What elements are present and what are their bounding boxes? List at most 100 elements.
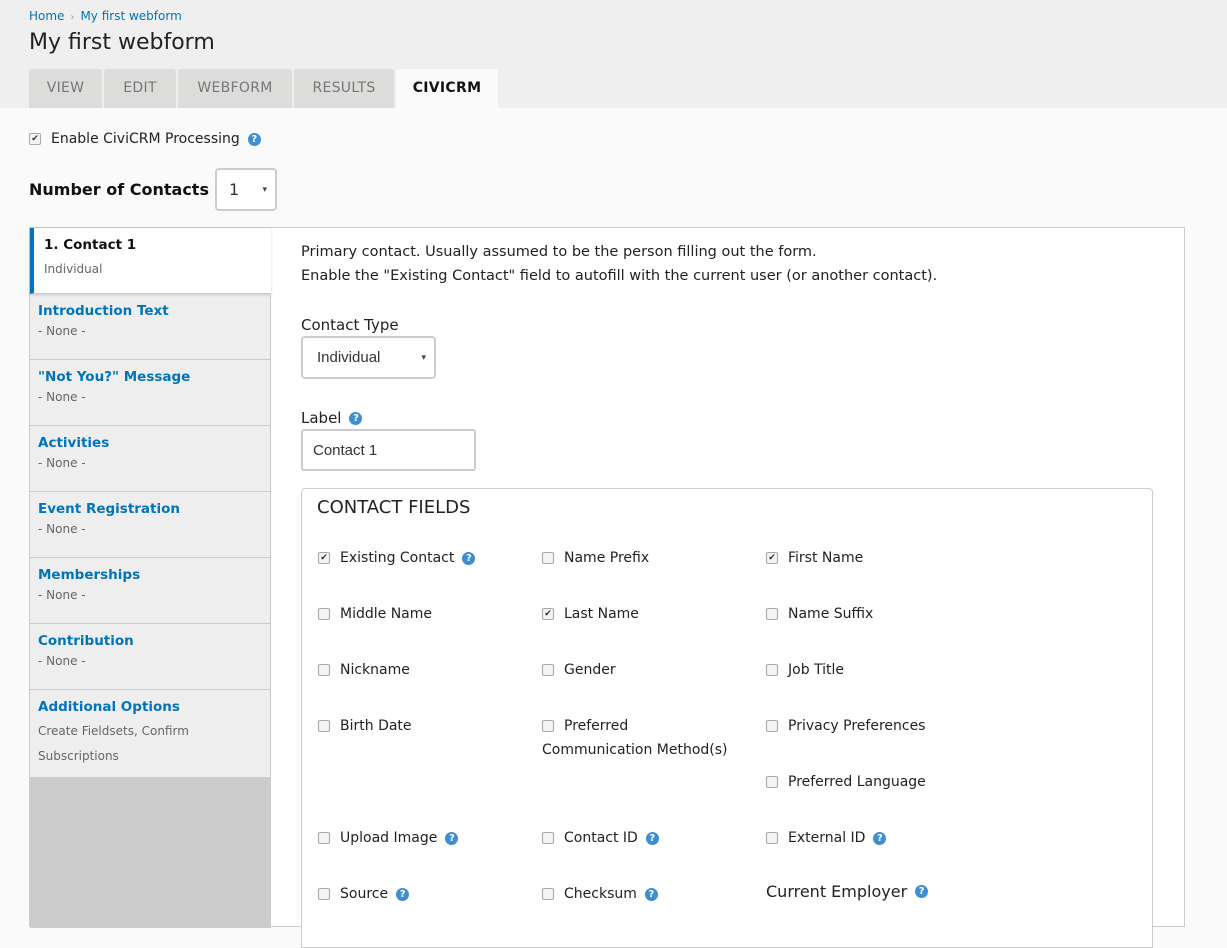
checkbox[interactable] xyxy=(766,608,778,620)
checkbox[interactable] xyxy=(318,664,330,676)
tab-civicrm[interactable]: CIVICRM xyxy=(396,69,498,108)
field-source[interactable]: Source ? xyxy=(318,882,410,906)
intro-line-1: Primary contact. Usually assumed to be t… xyxy=(301,244,817,260)
vtab-summary: - None - xyxy=(38,588,86,602)
vtab-title: Additional Options xyxy=(38,699,180,715)
field-label: Checksum xyxy=(564,886,637,902)
field-birth-date[interactable]: Birth Date xyxy=(318,714,412,738)
field-gender[interactable]: Gender xyxy=(542,658,616,682)
field-label: Middle Name xyxy=(340,606,432,622)
field-preferred-language[interactable]: Preferred Language xyxy=(766,770,926,794)
primary-tabs: VIEW EDIT WEBFORM RESULTS CIVICRM xyxy=(29,69,500,108)
vtab-summary: - None - xyxy=(38,324,86,338)
field-label: Birth Date xyxy=(340,718,412,734)
field-label: External ID xyxy=(788,830,866,846)
enable-civicrm-row: ✔ Enable CiviCRM Processing ? xyxy=(29,131,261,147)
field-label: Preferred Language xyxy=(788,774,926,790)
number-of-contacts-label: Number of Contacts xyxy=(29,180,209,199)
field-label: Contact ID xyxy=(564,830,638,846)
field-first-name[interactable]: ✔ First Name xyxy=(766,546,863,570)
checkbox[interactable] xyxy=(542,888,554,900)
field-existing-contact[interactable]: ✔ Existing Contact ? xyxy=(318,546,476,570)
field-checksum[interactable]: Checksum ? xyxy=(542,882,658,906)
help-icon[interactable]: ? xyxy=(445,832,459,845)
checkbox[interactable]: ✔ xyxy=(542,608,554,620)
breadcrumb-home[interactable]: Home xyxy=(29,9,64,23)
help-icon[interactable]: ? xyxy=(462,552,476,565)
intro-line-2: Enable the "Existing Contact" field to a… xyxy=(301,268,938,284)
help-icon[interactable]: ? xyxy=(915,885,929,898)
vtab-title: Activities xyxy=(38,435,110,451)
checkbox[interactable] xyxy=(766,664,778,676)
vtab-not-you-message[interactable]: "Not You?" Message - None - xyxy=(30,360,271,426)
current-employer-text: Current Employer xyxy=(766,882,908,901)
label-input[interactable]: Contact 1 xyxy=(301,429,476,471)
checkbox[interactable] xyxy=(542,832,554,844)
help-icon[interactable]: ? xyxy=(396,888,410,901)
contact-type-select[interactable]: Individual ▾ xyxy=(301,336,436,379)
help-icon[interactable]: ? xyxy=(873,832,887,845)
vtab-contribution[interactable]: Contribution - None - xyxy=(30,624,271,690)
checkbox[interactable] xyxy=(542,720,554,732)
field-label: Existing Contact xyxy=(340,550,455,566)
checkbox[interactable] xyxy=(318,832,330,844)
page-header: Home › My first webform My first webform V… xyxy=(0,0,1227,108)
vtab-additional-options[interactable]: Additional Options Create Fieldsets, Con… xyxy=(30,690,271,778)
field-name-prefix[interactable]: Name Prefix xyxy=(542,546,649,570)
checkbox[interactable] xyxy=(766,776,778,788)
help-icon[interactable]: ? xyxy=(247,132,261,146)
help-icon[interactable]: ? xyxy=(645,832,659,845)
breadcrumb-separator: › xyxy=(70,12,75,23)
field-upload-image[interactable]: Upload Image ? xyxy=(318,826,459,850)
field-label: Last Name xyxy=(564,606,639,622)
field-label: First Name xyxy=(788,550,864,566)
tab-results[interactable]: RESULTS xyxy=(294,69,394,108)
page-title: My first webform xyxy=(29,30,215,55)
field-privacy-preferences[interactable]: Privacy Preferences xyxy=(766,714,925,738)
vtab-summary: - None - xyxy=(38,654,86,668)
vtab-summary: - None - xyxy=(38,390,86,404)
field-last-name[interactable]: ✔ Last Name xyxy=(542,602,639,626)
field-middle-name[interactable]: Middle Name xyxy=(318,602,432,626)
checkbox[interactable] xyxy=(318,888,330,900)
checkbox[interactable] xyxy=(766,832,778,844)
checkbox[interactable] xyxy=(318,608,330,620)
field-nickname[interactable]: Nickname xyxy=(318,658,410,682)
field-name-suffix[interactable]: Name Suffix xyxy=(766,602,873,626)
field-label: Gender xyxy=(564,662,616,678)
field-contact-id[interactable]: Contact ID ? xyxy=(542,826,659,850)
breadcrumb-webform[interactable]: My first webform xyxy=(80,9,181,23)
field-label: Name Prefix xyxy=(564,550,650,566)
vtab-title: Contribution xyxy=(38,633,134,649)
fieldset-legend: CONTACT FIELDS xyxy=(317,497,471,518)
checkbox[interactable] xyxy=(318,720,330,732)
number-of-contacts-select[interactable]: 1 ▾ xyxy=(214,168,277,211)
checkbox[interactable]: ✔ xyxy=(766,552,778,564)
help-icon[interactable]: ? xyxy=(644,888,658,901)
vtab-introduction-text[interactable]: Introduction Text - None - xyxy=(30,294,271,360)
vtab-contact-1[interactable]: 1. Contact 1 Individual xyxy=(30,228,271,294)
vtab-activities[interactable]: Activities - None - xyxy=(30,426,271,492)
field-external-id[interactable]: External ID ? xyxy=(766,826,887,850)
contact-fields-fieldset: CONTACT FIELDS ✔ Existing Contact ? Name… xyxy=(301,488,1153,948)
current-employer-label: Current Employer ? xyxy=(766,882,929,901)
help-icon[interactable]: ? xyxy=(349,411,363,425)
breadcrumb: Home › My first webform xyxy=(29,9,182,23)
checkbox[interactable] xyxy=(542,664,554,676)
contact-type-label: Contact Type xyxy=(301,316,399,334)
label-input-value: Contact 1 xyxy=(313,441,378,459)
field-preferred-communication-method[interactable]: Preferred Communication Method(s) xyxy=(542,714,732,762)
field-job-title[interactable]: Job Title xyxy=(766,658,844,682)
tab-view[interactable]: VIEW xyxy=(29,69,102,108)
checkbox[interactable]: ✔ xyxy=(318,552,330,564)
tab-webform[interactable]: WEBFORM xyxy=(178,69,292,108)
contact-description: Primary contact. Usually assumed to be t… xyxy=(301,240,1161,288)
enable-civicrm-checkbox[interactable]: ✔ xyxy=(29,133,41,145)
number-of-contacts-row: Number of Contacts 1 ▾ xyxy=(29,168,277,211)
checkbox[interactable] xyxy=(766,720,778,732)
tab-edit[interactable]: EDIT xyxy=(104,69,176,108)
checkbox[interactable] xyxy=(542,552,554,564)
vtab-memberships[interactable]: Memberships - None - xyxy=(30,558,271,624)
vtab-event-registration[interactable]: Event Registration - None - xyxy=(30,492,271,558)
field-label: Job Title xyxy=(788,662,845,678)
